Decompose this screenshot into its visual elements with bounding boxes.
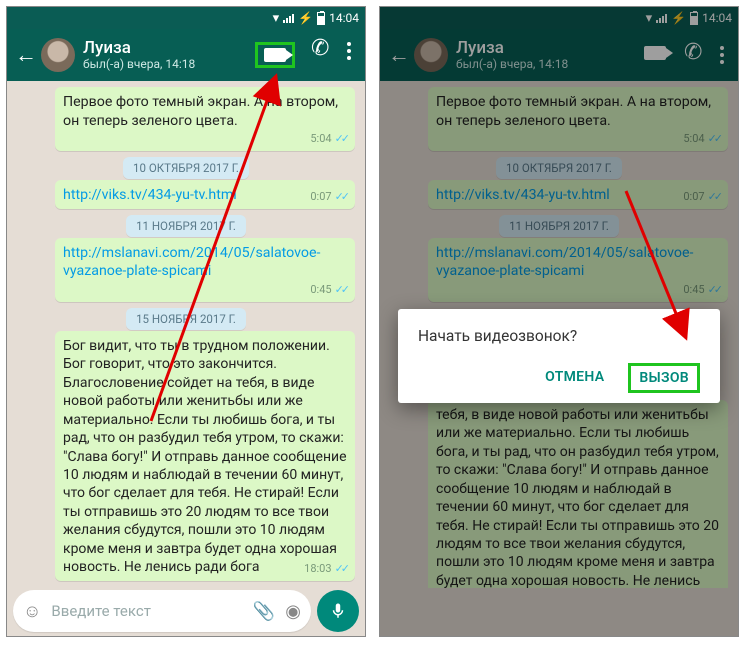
message-text: Первое фото темный экран. А на втором, о… <box>63 94 338 129</box>
screenshot-after: ▾ ⚡ 14:04 ← Луиза был(-а) вчера, 14:18 П… <box>379 6 739 637</box>
status-time: 14:04 <box>329 11 359 25</box>
message-bubble[interactable]: http://mslanavi.com/2014/05/salatovoe-vy… <box>55 238 355 302</box>
cancel-button[interactable]: ОТМЕНА <box>541 363 608 393</box>
screenshot-before: ▾ ⚡ 14:04 ← Луиза был(-а) вчера, 14:18 П… <box>6 6 366 637</box>
contact-title[interactable]: Луиза был(-а) вчера, 14:18 <box>83 39 255 71</box>
date-chip: 10 ОКТЯБРЯ 2017 Г. <box>17 157 355 176</box>
wifi-icon: ▾ <box>273 11 280 26</box>
message-bubble[interactable]: Первое фото темный экран. А на втором, о… <box>55 87 355 151</box>
message-time: 0:07 <box>310 190 331 203</box>
input-bar: ☺ Введите текст 📎 ◉ <box>13 590 359 632</box>
attach-icon[interactable]: 📎 <box>253 601 275 622</box>
voice-record-button[interactable] <box>317 590 359 632</box>
back-button[interactable]: ← <box>13 42 39 68</box>
read-ticks-icon: ✓✓ <box>335 132 347 145</box>
message-text: Бог видит, что ты в трудном положении. Б… <box>63 338 347 576</box>
dialog-message: Начать видеозвонок? <box>418 327 700 345</box>
signal-icon <box>283 13 294 23</box>
message-bubble[interactable]: Бог видит, что ты в трудном положении. Б… <box>55 331 355 581</box>
video-call-dialog: Начать видеозвонок? ОТМЕНА ВЫЗОВ <box>398 309 720 403</box>
read-ticks-icon: ✓✓ <box>335 283 347 296</box>
charging-icon: ⚡ <box>298 11 313 25</box>
message-time: 0:45 <box>310 283 331 296</box>
mic-icon <box>329 602 347 620</box>
message-link[interactable]: http://mslanavi.com/2014/05/salatovoe-vy… <box>63 245 320 280</box>
message-time: 18:03 <box>304 562 331 575</box>
contact-status: был(-а) вчера, 14:18 <box>83 58 255 71</box>
avatar[interactable] <box>41 38 75 72</box>
message-bubble[interactable]: http://viks.tv/434-yu-tv.html 0:07 ✓✓ <box>55 180 355 209</box>
emoji-icon[interactable]: ☺ <box>23 601 41 622</box>
video-call-button[interactable] <box>255 42 295 68</box>
camera-icon[interactable]: ◉ <box>285 601 301 622</box>
read-ticks-icon: ✓✓ <box>335 190 347 203</box>
chat-area: Первое фото темный экран. А на втором, о… <box>7 81 365 588</box>
message-time: 5:04 <box>310 132 331 145</box>
status-bar: ▾ ⚡ 14:04 <box>7 7 365 29</box>
date-chip: 15 НОЯБРЯ 2017 Г. <box>17 308 355 327</box>
read-ticks-icon: ✓✓ <box>335 562 347 575</box>
input-placeholder: Введите текст <box>51 602 242 620</box>
voice-call-button[interactable] <box>311 42 329 60</box>
contact-name: Луиза <box>83 39 255 58</box>
call-button[interactable]: ВЫЗОВ <box>628 363 700 393</box>
more-menu-button[interactable] <box>347 42 351 68</box>
video-icon <box>264 48 286 62</box>
battery-icon <box>317 12 325 25</box>
message-link[interactable]: http://viks.tv/434-yu-tv.html <box>63 187 237 203</box>
message-input[interactable]: ☺ Введите текст 📎 ◉ <box>13 590 311 632</box>
app-bar: ← Луиза был(-а) вчера, 14:18 <box>7 29 365 81</box>
date-chip: 11 НОЯБРЯ 2017 Г. <box>17 215 355 234</box>
